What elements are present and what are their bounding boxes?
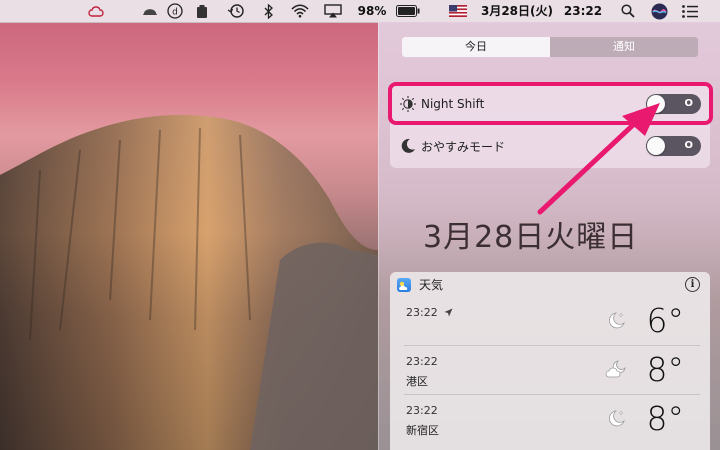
weather-time: 23:22 <box>406 404 438 417</box>
tab-today[interactable]: 今日 <box>402 37 550 57</box>
menubar-date[interactable]: 3月28日(火) <box>481 0 553 22</box>
weather-city: 港区 <box>406 375 428 388</box>
spotlight-search-icon[interactable] <box>618 0 638 22</box>
weather-row[interactable]: 23:22 港区 8° <box>390 347 710 395</box>
weather-widget-header: 天気 i <box>390 272 710 298</box>
location-arrow-icon <box>444 308 453 317</box>
notification-center-icon[interactable] <box>680 0 700 22</box>
weather-temperature: 6° <box>646 301 685 340</box>
weather-temperature: 8° <box>646 399 685 438</box>
battery-icon[interactable] <box>394 0 422 22</box>
switch-state: O <box>684 140 693 151</box>
menubar-clock[interactable]: 23:22 <box>560 0 606 22</box>
date-heading: 3月28日火曜日 <box>423 220 639 255</box>
divider <box>404 345 700 346</box>
time-machine-icon[interactable] <box>225 0 247 22</box>
info-icon[interactable]: i <box>685 277 700 292</box>
battery-percent[interactable]: 98% <box>352 0 392 22</box>
switch-knob <box>647 137 665 155</box>
tab-notifications[interactable]: 通知 <box>550 37 698 57</box>
svg-text:d: d <box>172 8 178 18</box>
do-not-disturb-switch[interactable]: O <box>646 136 701 156</box>
bluetooth-icon[interactable] <box>260 0 278 22</box>
today-notifications-segmented-control: 今日 通知 <box>402 37 698 57</box>
menu-bar: d 98% 3月28日(火) 23:22 <box>0 0 720 23</box>
weather-time: 23:22 <box>406 355 438 368</box>
partly-cloudy-night-icon <box>605 360 626 378</box>
weather-app-icon <box>397 278 411 292</box>
weather-city: 新宿区 <box>406 424 439 437</box>
clipboard-icon[interactable] <box>193 0 211 22</box>
airplay-icon[interactable] <box>322 0 344 22</box>
highlight-annotation-box <box>388 82 713 125</box>
weather-time: 23:22 <box>406 306 438 319</box>
moon-icon <box>401 138 415 153</box>
divider <box>404 394 700 395</box>
siri-icon[interactable] <box>648 0 670 22</box>
moon-stars-icon <box>609 410 625 427</box>
notification-center-panel: 今日 通知 Night Shift O おやすみモード O 3月28日火曜日 天… <box>378 22 720 450</box>
weather-row[interactable]: 23:22 6° <box>390 298 710 346</box>
do-not-disturb-label: おやすみモード <box>421 139 506 154</box>
weather-widget-title: 天気 <box>419 278 444 292</box>
dictionary-icon[interactable]: d <box>165 0 185 22</box>
weather-row[interactable]: 23:22 新宿区 8° <box>390 396 710 444</box>
moon-stars-icon <box>609 312 625 329</box>
wifi-icon[interactable] <box>289 0 311 22</box>
hat-icon[interactable] <box>140 0 160 22</box>
weather-widget: 天気 i 23:22 6° 23:22 港区 8° 23:22 新宿区 8° <box>390 272 710 450</box>
weather-temperature: 8° <box>646 350 685 389</box>
creative-cloud-icon[interactable] <box>86 0 106 22</box>
do-not-disturb-row: おやすみモード O <box>390 126 710 166</box>
input-source-flag-icon[interactable] <box>448 0 468 22</box>
